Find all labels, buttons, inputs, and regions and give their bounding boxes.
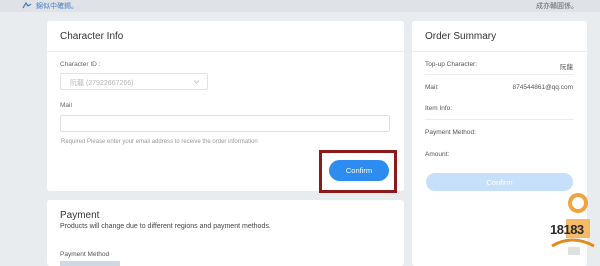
order-label-top-up-character: Top-up Character:	[425, 61, 478, 68]
character-info-divider	[47, 51, 404, 52]
payment-subtitle: Products will change due to different re…	[60, 223, 271, 230]
top-bar-left[interactable]: 錦似中確錫。	[22, 1, 78, 11]
order-summary-title: Order Summary	[425, 31, 497, 42]
mail-label: Mail	[60, 102, 72, 109]
mail-input[interactable]	[60, 115, 390, 132]
payment-method-option[interactable]	[60, 261, 120, 266]
watermark-text: 18183	[550, 222, 584, 237]
order-label-amount: Amount:	[425, 151, 450, 158]
character-info-title: Character Info	[60, 31, 124, 42]
order-label-item-info: Item Info:	[425, 105, 453, 112]
character-id-label: Character ID :	[60, 61, 101, 68]
top-bar-right-text[interactable]: 成亦贛圓係。	[536, 1, 578, 11]
confirm-button[interactable]: Confirm	[329, 160, 389, 181]
watermark-logo	[551, 193, 595, 255]
top-bar-left-text: 錦似中確錫。	[36, 3, 78, 10]
order-summary-divider	[412, 51, 587, 52]
order-label-payment-method: Payment Method:	[425, 129, 476, 136]
order-label-mail: Mail:	[425, 84, 439, 91]
order-value-mail: 874544861@qq.com	[512, 84, 573, 91]
payment-title: Payment	[60, 210, 100, 221]
chevron-down-icon	[193, 80, 200, 84]
mail-hint: Required Please enter your email address…	[61, 139, 258, 145]
character-id-select[interactable]: 阮龍 (27922667266)	[60, 73, 208, 90]
payment-card: Payment Products will change due to diff…	[47, 200, 404, 266]
order-row-divider	[425, 119, 574, 120]
top-bar: 錦似中確錫。 成亦贛圓係。	[0, 0, 600, 12]
order-row-divider	[425, 74, 574, 75]
site-logo-icon	[22, 2, 32, 9]
payment-method-label: Payment Method	[60, 251, 110, 258]
character-id-value: 阮龍 (27922667266)	[70, 80, 134, 87]
order-value-top-up-character: 阮龍	[560, 64, 573, 71]
